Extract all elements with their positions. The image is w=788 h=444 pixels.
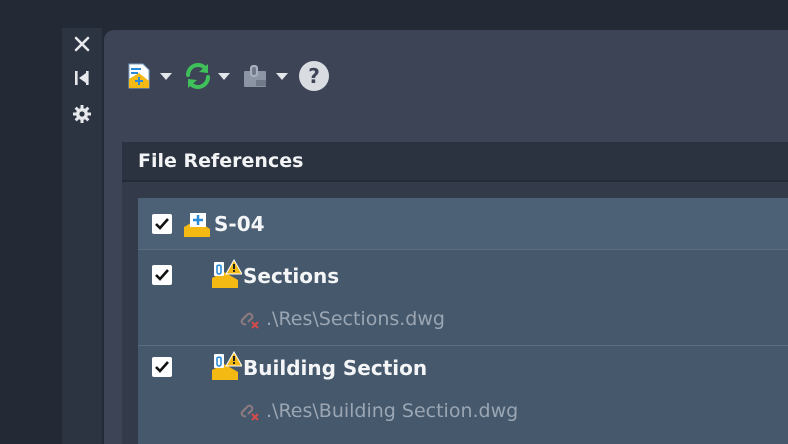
checkbox-s04[interactable]: [152, 214, 172, 234]
broken-link-icon: [238, 398, 262, 422]
path-dropdown-caret[interactable]: [272, 60, 292, 92]
help-glyph: ?: [308, 64, 320, 88]
xref-warning-icon: [210, 350, 243, 380]
refresh-icon[interactable]: [182, 60, 214, 92]
file-references-tree: S-04 Sections .\Res\Sections.dwg Buildin…: [138, 198, 788, 444]
drawing-icon: [182, 209, 212, 239]
change-path-icon[interactable]: [240, 60, 272, 92]
file-references-panel: File References S-04 Sections .\Res\Sect…: [122, 142, 788, 444]
palette-side-strip: [62, 28, 102, 444]
attach-dropdown-caret[interactable]: [156, 60, 176, 92]
tree-label-s04: S-04: [214, 212, 265, 236]
tree-path-building-section: .\Res\Building Section.dwg: [266, 400, 519, 422]
attach-dwg-icon[interactable]: [124, 60, 156, 92]
refresh-dropdown-caret[interactable]: [214, 60, 234, 92]
tree-path-sections: .\Res\Sections.dwg: [266, 308, 445, 330]
broken-link-icon: [238, 306, 262, 330]
tree-row-s04[interactable]: S-04: [138, 198, 788, 250]
tree-row-sections[interactable]: Sections .\Res\Sections.dwg: [138, 250, 788, 346]
tree-label-sections: Sections: [243, 264, 340, 288]
checkbox-building-section[interactable]: [152, 357, 172, 377]
palette-toolbar: ?: [124, 56, 330, 96]
help-icon[interactable]: ?: [298, 60, 330, 92]
tree-row-building-section[interactable]: Building Section .\Res\Building Section.…: [138, 346, 788, 444]
checkbox-sections[interactable]: [152, 265, 172, 285]
external-references-palette: ? File References S-04 Sections .\Res\Se…: [104, 30, 788, 444]
close-icon[interactable]: [62, 30, 102, 58]
xref-warning-icon: [210, 258, 243, 288]
tree-label-building-section: Building Section: [243, 356, 428, 380]
panel-title: File References: [122, 142, 788, 182]
gear-icon[interactable]: [62, 100, 102, 128]
auto-hide-icon[interactable]: [62, 64, 102, 92]
